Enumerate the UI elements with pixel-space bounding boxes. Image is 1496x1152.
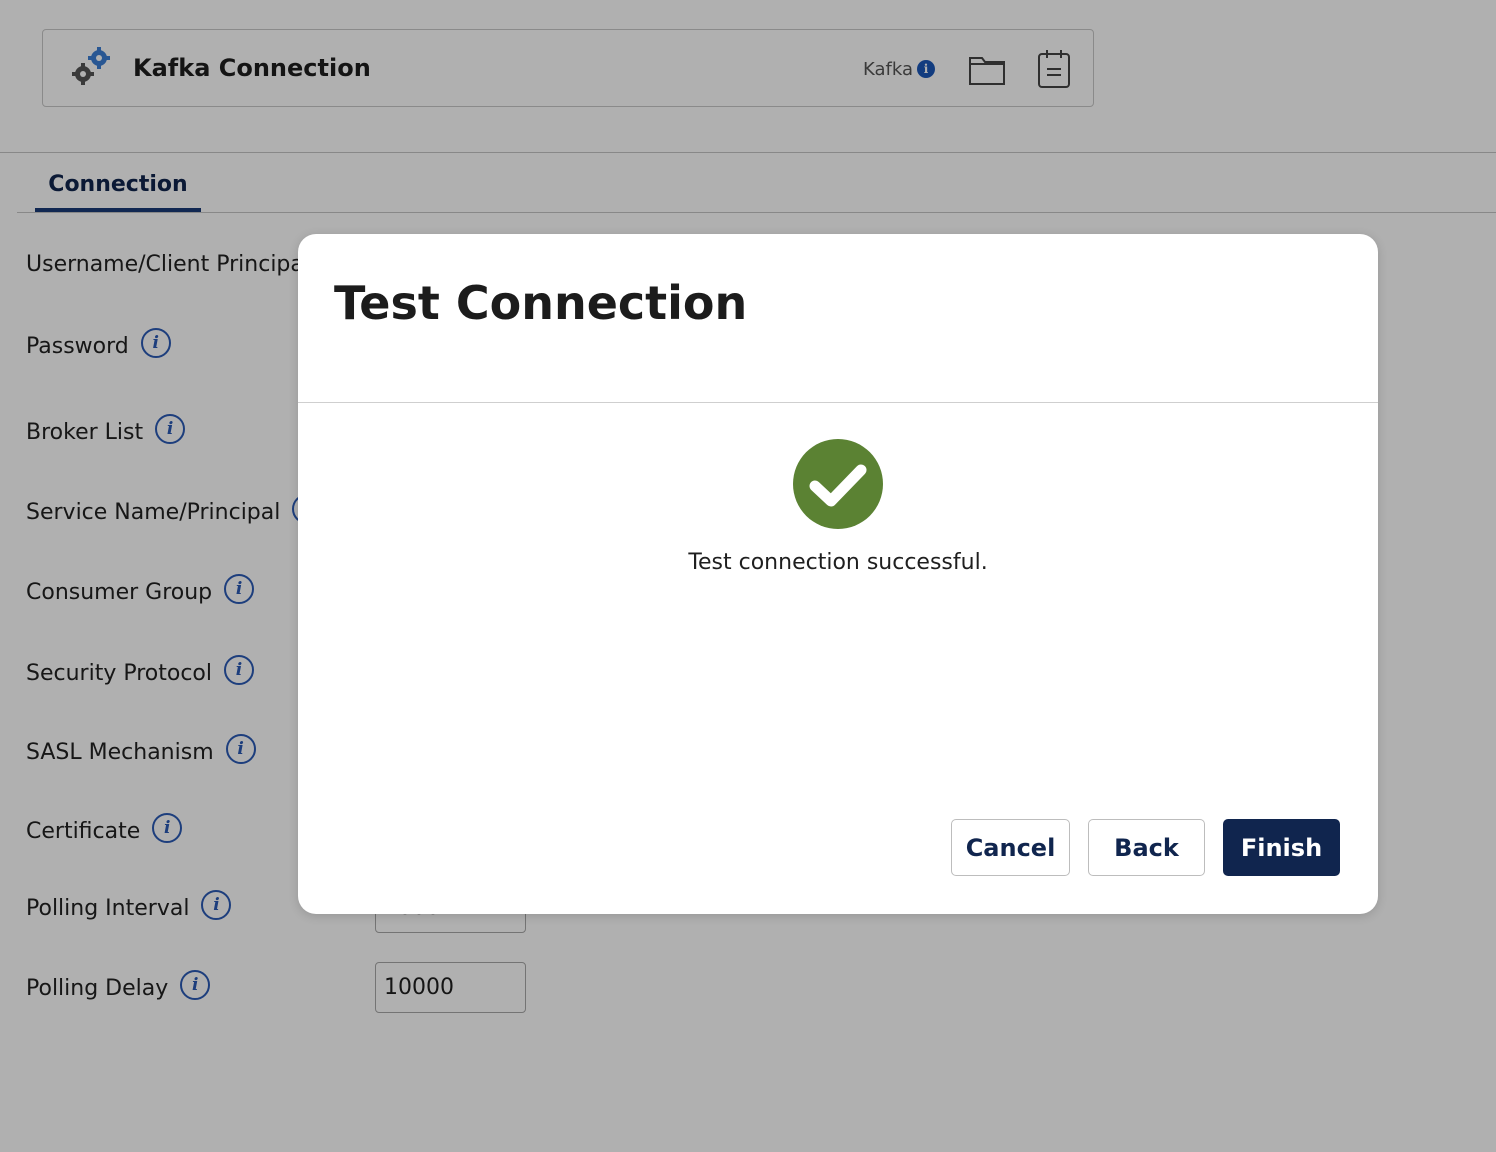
test-connection-dialog: Test Connection Test connection successf… (298, 234, 1378, 914)
finish-button[interactable]: Finish (1223, 819, 1340, 876)
dialog-divider (298, 402, 1378, 403)
check-circle-icon (793, 439, 883, 529)
dialog-title: Test Connection (334, 276, 748, 330)
cancel-button[interactable]: Cancel (951, 819, 1070, 876)
back-button[interactable]: Back (1088, 819, 1205, 876)
dialog-message: Test connection successful. (688, 550, 988, 575)
